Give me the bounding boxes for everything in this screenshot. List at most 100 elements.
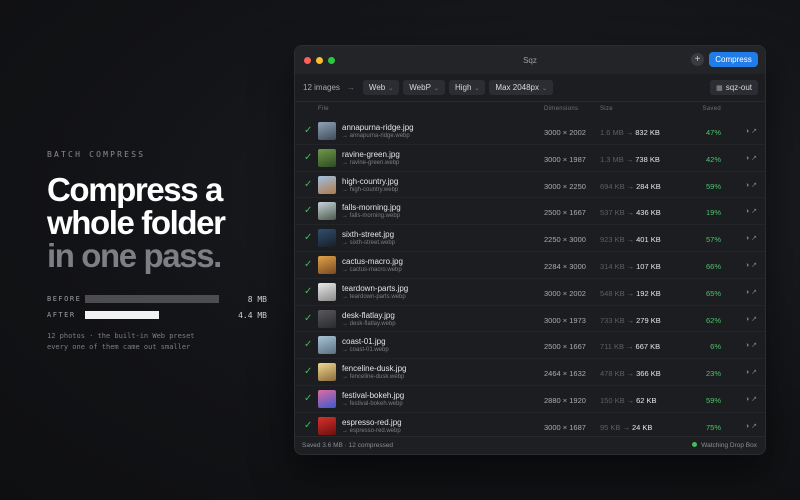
format-select[interactable]: WebP ⌄ (403, 80, 445, 95)
check-icon: ✓ (304, 258, 313, 270)
table-row[interactable]: ✓ cactus-macro.jpg → cactus-macro.webp 2284… (295, 252, 765, 279)
reveal-icon[interactable]: ↗ (751, 396, 757, 403)
table-row[interactable]: ✓ annapurna-ridge.jpg → annapurna-ridge.we… (295, 118, 765, 145)
original-size: 1.6 MB (600, 128, 624, 137)
dimensions: 2250 × 3000 (544, 235, 586, 245)
reveal-icon[interactable]: ↗ (751, 262, 757, 269)
compare-icon[interactable]: ◑ (745, 316, 749, 323)
watch-status-dot (692, 442, 698, 447)
after-label: AFTER (47, 311, 76, 319)
arrow-right-icon: → (625, 128, 634, 137)
compare-icon[interactable]: ◑ (745, 262, 749, 269)
preset-select[interactable]: Web ⌄ (362, 80, 400, 95)
size-change: 1.3 MB → 738 KB (600, 155, 660, 164)
saved-percent: 66% (705, 261, 721, 271)
file-name: falls-morning.jpg (342, 203, 401, 213)
reveal-icon[interactable]: ↗ (751, 155, 757, 162)
row-actions: ◑ ↗ (745, 288, 757, 296)
after-bar (85, 311, 219, 319)
dimensions: 2464 × 1632 (544, 369, 586, 379)
minimize-window-button[interactable] (316, 57, 323, 64)
output-file-name: → ravine-green.webp (342, 159, 400, 166)
original-size: 923 KB (600, 235, 625, 245)
table-row[interactable]: ✓ teardown-parts.jpg → teardown-parts.webp… (295, 279, 765, 306)
close-window-button[interactable] (304, 57, 311, 64)
reveal-icon[interactable]: ↗ (751, 208, 757, 215)
compare-icon[interactable]: ◑ (745, 423, 749, 430)
compare-icon[interactable]: ◑ (745, 369, 749, 376)
add-files-button[interactable]: + (691, 53, 704, 66)
file-name: coast-01.jpg (342, 337, 386, 347)
quality-select[interactable]: High ⌄ (448, 80, 486, 95)
dimensions: 3000 × 2250 (544, 181, 586, 191)
reveal-icon[interactable]: ↗ (751, 342, 757, 349)
arrow-right-icon: → (626, 342, 634, 352)
compare-icon[interactable]: ◑ (745, 155, 749, 162)
compressed-size: 192 KB (636, 288, 661, 298)
reveal-icon[interactable]: ↗ (751, 289, 757, 296)
arrow-right-icon: → (626, 395, 635, 405)
table-row[interactable]: ✓ coast-01.jpg → coast-01.webp 2500 × 1667 7… (295, 332, 765, 360)
size-change: 478 KB → 366 KB (600, 369, 661, 378)
table-row[interactable]: ✓ fenceline-dusk.jpg → fenceline-dusk.webp… (295, 359, 765, 386)
compressed-size: 24 KB (631, 422, 653, 432)
column-header-saved[interactable]: Saved (702, 106, 721, 112)
row-actions: ◑ ↗ (745, 234, 757, 242)
table-row[interactable]: ✓ festival-bokeh.jpg → festival-bokeh.webp… (295, 386, 765, 413)
zoom-window-button[interactable] (328, 57, 335, 64)
preset-select-value: Web (368, 83, 386, 92)
table-row[interactable]: ✓ high-country.jpg → high-country.webp 3000… (295, 172, 765, 199)
table-row[interactable]: ✓ desk-flatlay.jpg → desk-flatlay.webp 3000… (295, 306, 765, 333)
check-icon: ✓ (304, 285, 313, 297)
compare-icon[interactable]: ◑ (745, 208, 749, 215)
file-table: ✓ annapurna-ridge.jpg → annapurna-ridge.we… (295, 118, 765, 440)
after-bar-row: AFTER 4.4 MB (47, 310, 277, 320)
compare-icon[interactable]: ◑ (745, 182, 749, 189)
footnote: 12 photos · the built-in Web preset ever… (47, 331, 277, 353)
check-icon: ✓ (304, 232, 313, 244)
output-file-name: → teardown-parts.webp (342, 293, 406, 300)
status-summary: Saved 3.6 MB · 12 compressed (302, 442, 394, 449)
reveal-icon[interactable]: ↗ (751, 316, 757, 323)
compare-icon[interactable]: ◑ (745, 128, 749, 135)
table-row[interactable]: ✓ falls-morning.jpg → falls-morning.webp 25… (295, 198, 765, 226)
original-size: 314 KB (600, 261, 625, 271)
saved-percent: 65% (705, 288, 721, 298)
compressed-size: 284 KB (636, 181, 661, 191)
original-size: 733 KB (600, 315, 625, 325)
compare-icon[interactable]: ◑ (745, 289, 749, 296)
reveal-icon[interactable]: ↗ (751, 235, 757, 242)
before-label: BEFORE (47, 295, 82, 303)
compare-icon[interactable]: ◑ (745, 396, 749, 403)
column-header-file[interactable]: File (318, 106, 329, 112)
file-name: high-country.jpg (342, 176, 399, 186)
row-actions: ◑ ↗ (745, 127, 757, 135)
saved-percent: 57% (705, 235, 721, 245)
saved-percent: 23% (705, 369, 721, 379)
table-row[interactable]: ✓ sixth-street.jpg → sixth-street.webp 2250… (295, 225, 765, 252)
output-folder-button[interactable]: ▦ sqz-out (710, 80, 758, 95)
original-size: 150 KB (600, 395, 625, 405)
size-change: 694 KB → 284 KB (600, 182, 661, 191)
compressed-size: 436 KB (636, 208, 661, 218)
compare-icon[interactable]: ◑ (745, 235, 749, 242)
compare-icon[interactable]: ◑ (745, 342, 749, 349)
footnote-line-2: every one of them came out smaller (47, 343, 191, 351)
arrow-right-icon: → (626, 261, 635, 271)
output-file-name: → desk-flatlay.webp (342, 320, 396, 327)
watch-status-label: Watching Drop Box (701, 442, 757, 449)
file-name: espresso-red.jpg (342, 417, 402, 427)
table-row[interactable]: ✓ ravine-green.jpg → ravine-green.webp 3000… (295, 145, 765, 172)
thumbnail-image (318, 336, 336, 355)
compress-button[interactable]: Compress (709, 52, 758, 67)
output-file-name: → annapurna-ridge.webp (342, 133, 410, 139)
reveal-icon[interactable]: ↗ (751, 423, 757, 430)
max-size-select[interactable]: Max 2048px ⌄ (489, 80, 554, 95)
column-header-size[interactable]: Size (600, 106, 613, 112)
column-header-dimensions[interactable]: Dimensions (544, 106, 578, 112)
file-name: cactus-macro.jpg (342, 256, 403, 266)
thumbnail-image (318, 255, 336, 274)
reveal-icon[interactable]: ↗ (751, 369, 757, 376)
reveal-icon[interactable]: ↗ (751, 128, 757, 135)
reveal-icon[interactable]: ↗ (751, 182, 757, 189)
